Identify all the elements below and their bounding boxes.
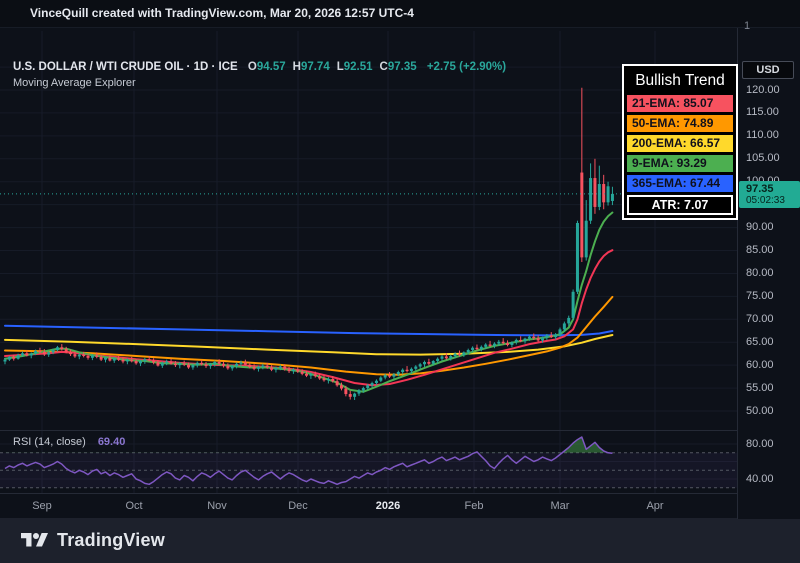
attribution-text: VinceQuill created with TradingView.com,… (30, 6, 414, 20)
time-tick-label: Mar (551, 500, 570, 512)
rsi-tick-label: 40.00 (746, 473, 774, 486)
price-tick-label: 75.00 (746, 290, 774, 303)
price-axis[interactable]: USD 97.35 05:02:33 120.00 115.00 110.00 105… (737, 28, 800, 519)
price-tick-label: 80.00 (746, 267, 774, 280)
last-price-badge: 97.35 05:02:33 (739, 181, 800, 208)
brand-name[interactable]: TradingView (57, 530, 165, 551)
price-tick-label: 105.00 (746, 152, 780, 165)
price-tick-label: 60.00 (746, 359, 774, 372)
rsi-pane[interactable] (0, 431, 737, 493)
price-tick-label: 110.00 (746, 129, 779, 142)
attribution-bar: VinceQuill created with TradingView.com,… (0, 0, 800, 27)
currency-button[interactable]: USD (742, 61, 794, 79)
price-tick-label: 70.00 (746, 313, 774, 326)
365-ema-line (5, 326, 612, 336)
rsi-tick-label: 80.00 (746, 438, 774, 451)
price-tick-label: 115.00 (746, 106, 779, 119)
chart-region[interactable]: U.S. DOLLAR / WTI CRUDE OIL · 1D · ICE O… (0, 27, 800, 519)
ma-legend-row: 365-EMA: 67.44 (627, 175, 733, 192)
bar-countdown: 05:02:33 (746, 195, 800, 206)
price-tick-label: 120.00 (746, 84, 780, 97)
time-tick-label: Apr (646, 500, 663, 512)
price-tick-label: 90.00 (746, 221, 774, 234)
time-tick-label: Nov (207, 500, 227, 512)
price-tick-label: 55.00 (746, 382, 774, 395)
200-ema-line (5, 335, 612, 355)
price-tick-label: 50.00 (746, 405, 774, 418)
time-tick-label: Sep (32, 500, 52, 512)
ma-legend-row: 9-EMA: 93.29 (627, 155, 733, 172)
time-tick-label: Dec (288, 500, 308, 512)
time-tick-label: Feb (465, 500, 484, 512)
tradingview-logo-icon[interactable] (21, 530, 48, 551)
ma-legend-rows: 21-EMA: 85.07 50-EMA: 74.89 200-EMA: 66.57… (627, 95, 733, 192)
pane-separator[interactable] (0, 430, 800, 431)
price-tick-label: 65.00 (746, 336, 774, 349)
time-axis[interactable]: Sep Oct Nov Dec 2026 Feb Mar Apr (0, 493, 737, 519)
ma-legend-row: 21-EMA: 85.07 (627, 95, 733, 112)
atr-label: ATR: 7.07 (627, 195, 733, 215)
time-tick-label: Oct (125, 500, 142, 512)
last-price-value: 97.35 (746, 183, 800, 195)
ma-legend-row: 50-EMA: 74.89 (627, 115, 733, 132)
ma-legend-box: Bullish Trend 21-EMA: 85.07 50-EMA: 74.89… (622, 64, 738, 220)
brand-bar: TradingView (0, 518, 800, 563)
ma-legend-row: 200-EMA: 66.57 (627, 135, 733, 152)
trend-status-label: Bullish Trend (627, 69, 733, 95)
price-tick-label: 85.00 (746, 244, 774, 257)
pane-index-label: 1 (744, 20, 750, 32)
time-tick-label: 2026 (376, 500, 400, 512)
